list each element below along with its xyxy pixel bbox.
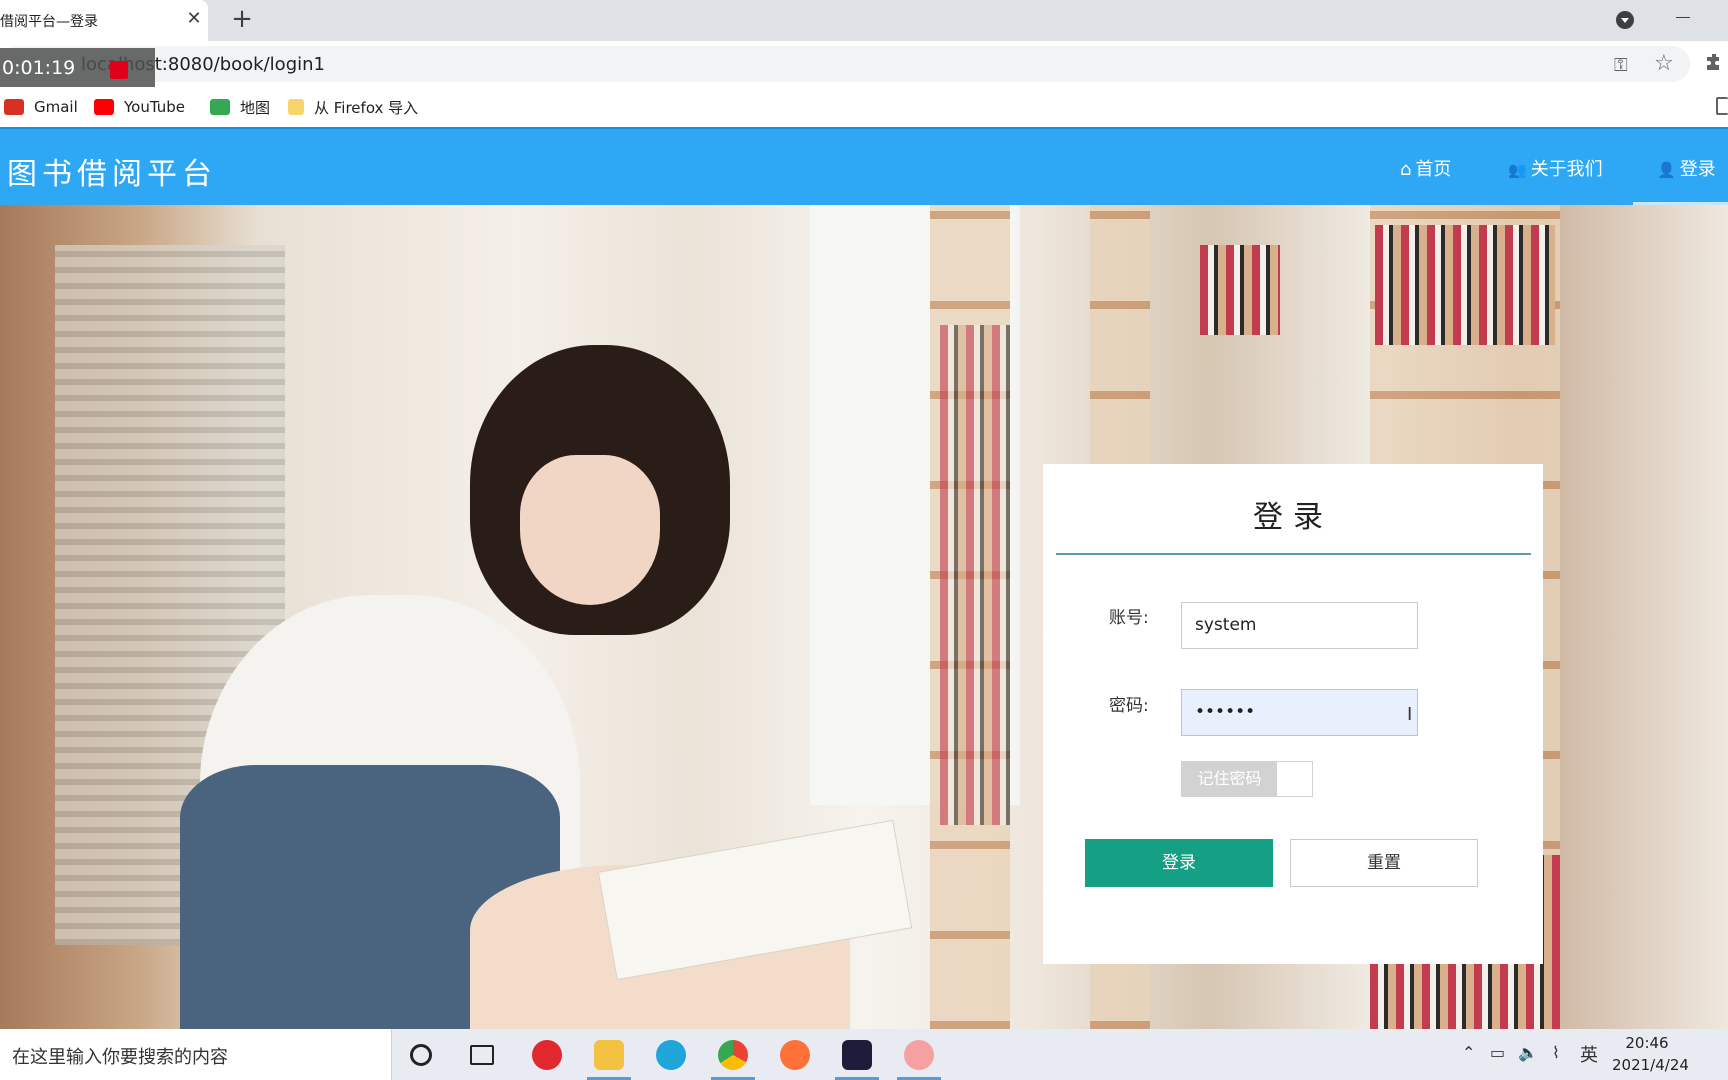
browser-toolbar: localhost:8080/book/login1 ⚿ ☆	[0, 41, 1728, 87]
task-view-icon[interactable]	[470, 1045, 494, 1065]
nav-about[interactable]: 👥 关于我们	[1508, 155, 1603, 181]
bookmark-label: 从 Firefox 导入	[314, 98, 419, 117]
battery-icon[interactable]: ▭	[1490, 1043, 1505, 1062]
books	[1200, 245, 1280, 335]
folder-icon	[288, 99, 304, 115]
web-page: 图书借阅平台 ⌂ 首页 👥 关于我们 👤 登录 登录 账号: system 密码…	[0, 127, 1728, 1029]
clock-time: 20:46	[1625, 1034, 1669, 1052]
tray-chevron-icon[interactable]: ⌃	[1462, 1043, 1475, 1062]
books	[940, 325, 1010, 825]
login-title: 登录	[1253, 500, 1333, 535]
taskbar-search-placeholder: 在这里输入你要搜索的内容	[12, 1047, 228, 1068]
books	[1375, 225, 1555, 345]
recorder-time: 0:01:19	[2, 57, 76, 79]
extensions-icon[interactable]	[1704, 52, 1724, 72]
youtube-icon	[94, 99, 114, 115]
bookmark-youtube[interactable]: YouTube	[94, 95, 185, 119]
tab-search-icon[interactable]	[1616, 11, 1634, 29]
bookmark-firefox-import[interactable]: 从 Firefox 导入	[288, 95, 418, 119]
reading-list-icon[interactable]	[1716, 97, 1728, 115]
home-icon: ⌂	[1400, 159, 1412, 180]
site-navbar: 图书借阅平台 ⌂ 首页 👥 关于我们 👤 登录	[0, 127, 1728, 207]
intellij-icon[interactable]	[842, 1040, 872, 1070]
password-label: 密码:	[1109, 696, 1149, 716]
tab-title: 借阅平台—登录	[0, 14, 98, 30]
minimize-icon[interactable]	[1676, 17, 1690, 18]
bookmark-label: Gmail	[34, 98, 78, 116]
netease-music-icon[interactable]	[532, 1040, 562, 1070]
person-face	[520, 455, 660, 605]
bookmark-maps[interactable]: 地图	[210, 95, 270, 119]
remember-password-label: 记住密码	[1182, 762, 1277, 796]
tab-close-icon[interactable]: ✕	[184, 9, 204, 29]
bookmarks-bar: Gmail YouTube 地图 从 Firefox 导入	[0, 87, 1728, 127]
remember-password-switch[interactable]: 记住密码	[1181, 761, 1313, 797]
record-stop-icon[interactable]	[110, 61, 128, 79]
nav-label: 首页	[1415, 159, 1452, 180]
windows-taskbar: 在这里输入你要搜索的内容 ⌃ ▭ 🔈 ⌇ 英 20:46 2021/4/24	[0, 1029, 1728, 1080]
address-bar[interactable]: localhost:8080/book/login1	[0, 46, 1690, 82]
account-label: 账号:	[1109, 608, 1149, 628]
bookmark-star-icon[interactable]: ☆	[1654, 51, 1674, 76]
cortana-icon[interactable]	[410, 1044, 432, 1066]
site-brand[interactable]: 图书借阅平台	[7, 149, 217, 193]
login-card: 登录 账号: system 密码: •••••• I 记住密码 登录 重置	[1043, 464, 1543, 964]
taskbar-search[interactable]: 在这里输入你要搜索的内容	[0, 1029, 392, 1080]
password-input[interactable]: •••••• I	[1181, 689, 1418, 736]
password-key-icon[interactable]: ⚿	[1614, 55, 1628, 76]
password-value: ••••••	[1195, 702, 1256, 722]
nav-login[interactable]: 👤 登录	[1657, 155, 1716, 181]
account-input[interactable]: system	[1181, 602, 1418, 649]
browser-tab-strip: 借阅平台—登录 ✕ +	[0, 0, 1728, 41]
gmail-icon	[4, 99, 24, 115]
new-tab-button[interactable]: +	[229, 6, 255, 33]
screen-recorder-overlay: 0:01:19	[0, 48, 155, 88]
nav-label: 关于我们	[1530, 159, 1603, 180]
nav-home[interactable]: ⌂ 首页	[1400, 155, 1451, 181]
text-cursor-icon: I	[1407, 704, 1413, 725]
edge-icon[interactable]	[656, 1040, 686, 1070]
firefox-icon[interactable]	[780, 1040, 810, 1070]
nav-label: 登录	[1679, 159, 1716, 180]
title-divider	[1056, 553, 1531, 555]
bookmark-label: YouTube	[124, 98, 185, 116]
file-explorer-icon[interactable]	[594, 1040, 624, 1070]
user-icon: 👤	[1657, 161, 1676, 179]
app-icon[interactable]	[904, 1040, 934, 1070]
clock-date: 2021/4/24	[1612, 1056, 1689, 1074]
wifi-icon[interactable]: ⌇	[1552, 1043, 1560, 1062]
maps-icon	[210, 99, 230, 115]
users-icon: 👥	[1508, 161, 1527, 179]
ime-indicator[interactable]: 英	[1580, 1041, 1598, 1067]
browser-tab[interactable]: 借阅平台—登录 ✕	[0, 0, 208, 41]
reset-button[interactable]: 重置	[1290, 839, 1478, 887]
system-clock[interactable]: 20:46 2021/4/24	[1612, 1032, 1689, 1076]
bookmark-gmail[interactable]: Gmail	[4, 95, 78, 119]
volume-icon[interactable]: 🔈	[1518, 1043, 1538, 1062]
login-button[interactable]: 登录	[1085, 839, 1273, 887]
bookmark-label: 地图	[240, 98, 271, 117]
chrome-icon[interactable]	[718, 1040, 748, 1070]
